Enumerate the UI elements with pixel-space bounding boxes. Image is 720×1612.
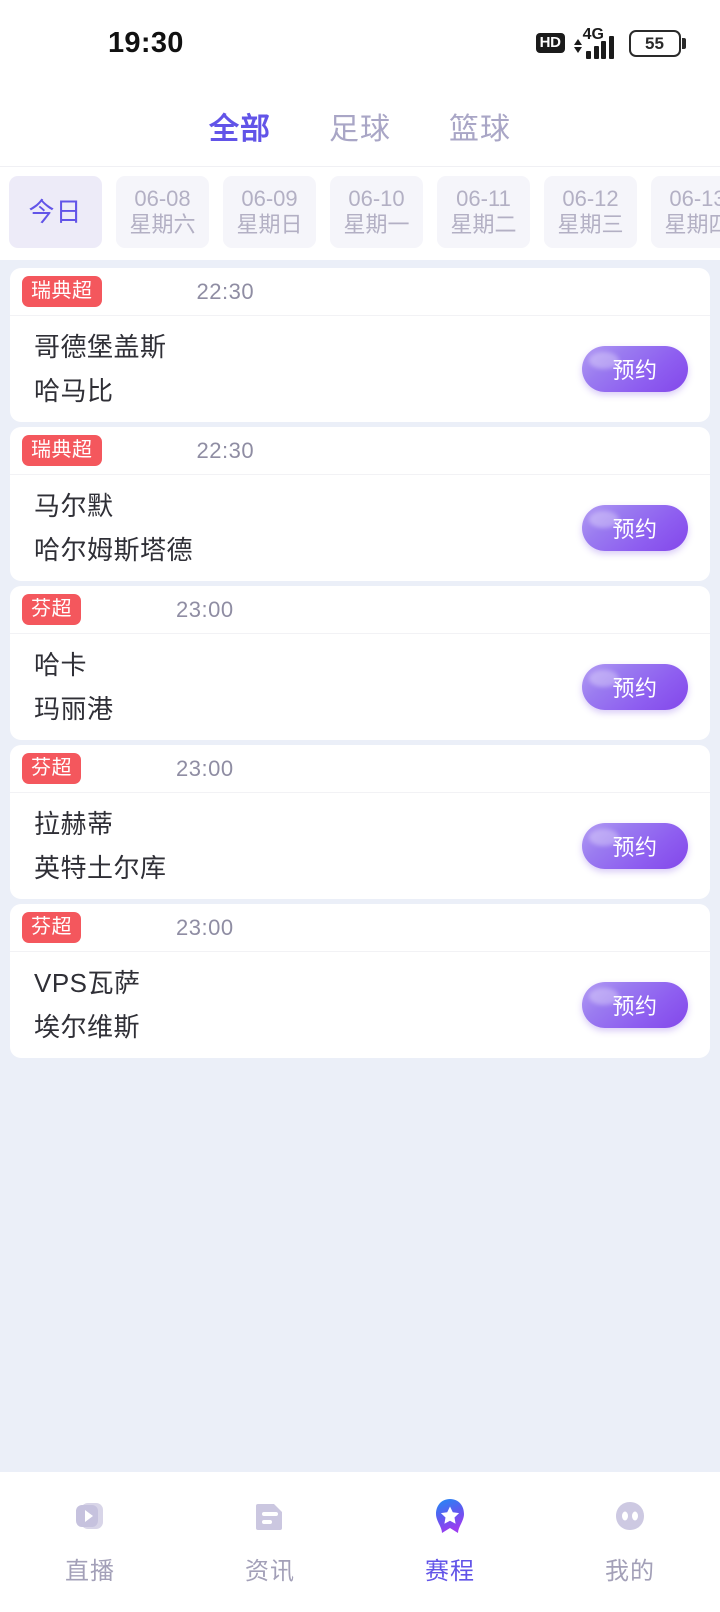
category-tab-bar: 全部 足球 篮球: [0, 86, 720, 166]
nav-label-schedule: 赛程: [425, 1558, 475, 1585]
match-card-header: 芬超 23:00: [10, 586, 710, 634]
match-card-header: 瑞典超 22:30: [10, 268, 710, 316]
match-card[interactable]: 芬超 23:00 VPS瓦萨 埃尔维斯 预约: [10, 904, 710, 1058]
match-card[interactable]: 芬超 23:00 哈卡 玛丽港 预约: [10, 586, 710, 740]
match-card-body: 拉赫蒂 英特土尔库 预约: [10, 793, 710, 899]
date-chip-date: 06-10: [348, 186, 405, 211]
away-team-name: 英特土尔库: [34, 853, 167, 883]
date-chip-weekday: 星期三: [557, 212, 624, 237]
battery-icon: 55: [628, 29, 686, 57]
date-chip-06-09[interactable]: 06-09 星期日: [223, 176, 316, 248]
status-bar-indicators: HD 4G 55: [535, 27, 686, 59]
nav-item-news[interactable]: 资讯: [180, 1494, 360, 1586]
league-badge: 芬超: [22, 753, 81, 784]
home-team-name: 马尔默: [34, 491, 114, 521]
live-play-icon: [68, 1494, 112, 1538]
date-chip-weekday: 星期六: [129, 212, 196, 237]
date-chip-weekday: 星期二: [450, 212, 517, 237]
match-card-body: 哥德堡盖斯 哈马比 预约: [10, 316, 710, 422]
reserve-button[interactable]: 预约: [582, 505, 688, 551]
away-team-name: 玛丽港: [34, 694, 114, 724]
profile-face-icon: [608, 1494, 652, 1538]
league-badge: 瑞典超: [22, 435, 102, 466]
match-card-header: 芬超 23:00: [10, 904, 710, 952]
league-badge: 芬超: [22, 912, 81, 943]
match-time: 23:00: [176, 596, 234, 622]
signal-bars-icon: [586, 36, 614, 59]
status-bar: 19:30 HD 4G 55: [0, 0, 720, 86]
match-card-body: VPS瓦萨 埃尔维斯 预约: [10, 952, 710, 1058]
match-time: 23:00: [176, 914, 234, 940]
date-chip-today[interactable]: 今日: [9, 176, 102, 248]
match-card-header: 芬超 23:00: [10, 745, 710, 793]
home-team-name: 哥德堡盖斯: [34, 332, 167, 362]
date-chip-06-11[interactable]: 06-11 星期二: [437, 176, 530, 248]
tab-all[interactable]: 全部: [209, 104, 271, 148]
reserve-button[interactable]: 预约: [582, 982, 688, 1028]
nav-item-schedule[interactable]: 赛程: [360, 1494, 540, 1586]
nav-item-live[interactable]: 直播: [0, 1494, 180, 1586]
nav-label-news: 资讯: [245, 1558, 295, 1585]
date-chip-weekday: 星期四: [664, 212, 720, 237]
away-team-name: 埃尔维斯: [34, 1012, 141, 1042]
nav-label-live: 直播: [65, 1558, 115, 1585]
date-chip-scroller[interactable]: 今日 06-08 星期六 06-09 星期日 06-10 星期一 06-11 星…: [0, 176, 720, 248]
date-chip-06-10[interactable]: 06-10 星期一: [330, 176, 423, 248]
date-chip-weekday: 星期日: [236, 212, 303, 237]
match-card[interactable]: 瑞典超 22:30 哥德堡盖斯 哈马比 预约: [10, 268, 710, 422]
home-team-name: 哈卡: [34, 650, 88, 680]
team-names: 马尔默 哈尔姆斯塔德: [34, 493, 193, 563]
league-badge: 芬超: [22, 594, 81, 625]
date-chip-date: 06-12: [562, 186, 619, 211]
match-time: 22:30: [196, 278, 255, 304]
date-chip-date: 06-09: [241, 186, 298, 211]
schedule-badge-star-icon: [428, 1494, 472, 1538]
bottom-navigation-bar: 直播 资讯 赛程 我的: [0, 1472, 720, 1612]
team-names: 哈卡 玛丽港: [34, 652, 114, 722]
match-card-body: 马尔默 哈尔姆斯塔德 预约: [10, 475, 710, 581]
date-chip-date: 06-11: [456, 186, 511, 211]
match-card[interactable]: 芬超 23:00 拉赫蒂 英特土尔库 预约: [10, 745, 710, 899]
date-chip-today-label: 今日: [28, 197, 83, 227]
match-card-header: 瑞典超 22:30: [10, 427, 710, 475]
away-team-name: 哈尔姆斯塔德: [34, 535, 194, 565]
date-chip-06-13[interactable]: 06-13 星期四: [651, 176, 720, 248]
reserve-button[interactable]: 预约: [582, 346, 688, 392]
reserve-button[interactable]: 预约: [582, 664, 688, 710]
tab-basketball[interactable]: 篮球: [449, 104, 511, 148]
date-chip-date: 06-08: [134, 186, 191, 211]
nav-item-profile[interactable]: 我的: [540, 1494, 720, 1586]
tab-football[interactable]: 足球: [329, 104, 391, 148]
news-document-icon: [248, 1494, 292, 1538]
status-bar-clock: 19:30: [108, 26, 184, 59]
battery-level-label: 55: [645, 33, 664, 53]
away-team-name: 哈马比: [34, 376, 114, 406]
match-time: 23:00: [176, 755, 234, 781]
match-time: 22:30: [196, 437, 255, 463]
match-card-body: 哈卡 玛丽港 预约: [10, 634, 710, 740]
date-chip-weekday: 星期一: [343, 212, 410, 237]
match-card[interactable]: 瑞典超 22:30 马尔默 哈尔姆斯塔德 预约: [10, 427, 710, 581]
match-list: 瑞典超 22:30 哥德堡盖斯 哈马比 预约 瑞典超 22:30 马尔默 哈尔姆…: [0, 260, 720, 1058]
date-chip-06-12[interactable]: 06-12 星期三: [544, 176, 637, 248]
date-chip-06-08[interactable]: 06-08 星期六: [116, 176, 209, 248]
home-team-name: 拉赫蒂: [34, 809, 114, 839]
home-team-name: VPS瓦萨: [34, 968, 141, 998]
nav-label-profile: 我的: [605, 1558, 655, 1585]
reserve-button[interactable]: 预约: [582, 823, 688, 869]
team-names: VPS瓦萨 埃尔维斯: [34, 970, 141, 1040]
team-names: 拉赫蒂 英特土尔库: [34, 811, 167, 881]
team-names: 哥德堡盖斯 哈马比: [34, 334, 167, 404]
hd-icon: HD: [535, 33, 565, 53]
date-chip-date: 06-13: [669, 186, 720, 211]
date-selector: 今日 06-08 星期六 06-09 星期日 06-10 星期一 06-11 星…: [0, 166, 720, 260]
network-signal-group: 4G: [573, 27, 614, 59]
league-badge: 瑞典超: [22, 276, 102, 307]
data-transfer-arrows-icon: [573, 39, 582, 59]
